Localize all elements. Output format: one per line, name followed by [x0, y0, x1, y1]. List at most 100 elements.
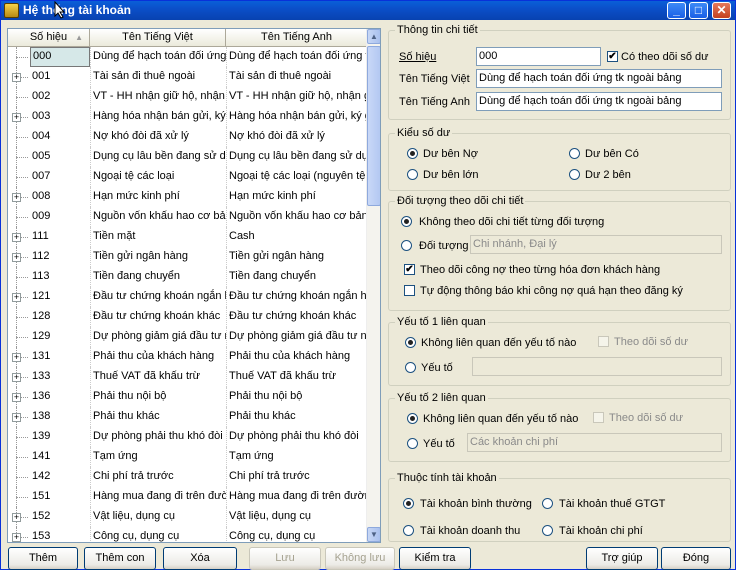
table-row[interactable]: 139 Dự phòng phải thu khó đòi Dự phòng phả… [8, 427, 368, 447]
table-row[interactable]: 151 Hàng mua đang đi trên đườn Hàng mua đa… [8, 487, 368, 507]
scroll-thumb[interactable] [367, 46, 380, 206]
vietnamese-name-cell: Phải thu của khách hàng [90, 347, 226, 367]
delete-button[interactable]: Xóa [163, 547, 237, 570]
tree-connector [8, 327, 30, 347]
table-row[interactable]: 142 Chi phí trả trước Chi phí trả trước [8, 467, 368, 487]
title-bar[interactable]: Hệ thống tài khoản _ □ ✕ [1, 1, 735, 20]
factor2-none-radio[interactable] [407, 413, 418, 424]
expand-plus-icon[interactable]: + [12, 233, 21, 242]
table-row[interactable]: +152 Vật liệu, dụng cụ Vật liệu, dụng cụ [8, 507, 368, 527]
object-tracking-radio[interactable] [401, 240, 412, 251]
credit-balance-radio[interactable] [569, 148, 580, 159]
invoice-tracking-checkbox[interactable]: ✔ [404, 264, 415, 275]
account-code-cell: 131 [32, 350, 51, 362]
close-button[interactable]: ✕ [712, 2, 731, 19]
track-balance-checkbox[interactable]: ✔ [607, 51, 618, 62]
vietnamese-name-cell: Tạm ứng [90, 447, 226, 467]
table-row[interactable]: +112 Tiền gửi ngân hàng Tiền gửi ngân hàng [8, 247, 368, 267]
table-row[interactable]: +111 Tiền mặt Cash [8, 227, 368, 247]
table-row[interactable]: 009 Nguồn vốn khấu hao cơ bản Nguồn vốn kh… [8, 207, 368, 227]
factor2-input[interactable]: Các khoản chi phí [467, 433, 722, 452]
debit-balance-radio[interactable] [407, 148, 418, 159]
expense-account-radio[interactable] [542, 525, 553, 536]
expand-plus-icon[interactable]: + [12, 393, 21, 402]
check-button[interactable]: Kiểm tra [399, 547, 471, 570]
vat-account-label: Tài khoản thuế GTGT [559, 498, 666, 510]
close-dialog-button[interactable]: Đóng [661, 547, 731, 570]
table-row[interactable]: +133 Thuế VAT đã khấu trừ Thuế VAT đã khấu… [8, 367, 368, 387]
table-row[interactable]: 129 Dự phòng giảm giá đầu tư n Dự phòng gi… [8, 327, 368, 347]
table-row[interactable]: 005 Dụng cụ lâu bền đang sử dụ Dụng cụ lâu… [8, 147, 368, 167]
maximize-button[interactable]: □ [689, 2, 708, 19]
vietnamese-name-cell: Phải thu nội bộ [90, 387, 226, 407]
normal-account-label: Tài khoản bình thường [420, 498, 532, 510]
add-button[interactable]: Thêm [8, 547, 78, 570]
table-row[interactable]: 007 Ngoại tệ các loại Ngoại tệ các loại (n… [8, 167, 368, 187]
minimize-button[interactable]: _ [667, 2, 686, 19]
account-code-cell: 133 [32, 370, 51, 382]
english-name-input[interactable]: Dùng để hạch toán đối ứng tk ngoài bảng [476, 92, 722, 111]
both-balance-label: Dư 2 bên [585, 169, 631, 181]
table-row[interactable]: 002 VT - HH nhận giữ hộ, nhận g VT - HH nh… [8, 87, 368, 107]
table-row[interactable]: 113 Tiền đang chuyển Tiền đang chuyển [8, 267, 368, 287]
tree-connector [8, 167, 30, 187]
column-header-code[interactable]: Số hiệu ▲ [8, 29, 90, 47]
factor2-track-checkbox[interactable] [593, 412, 604, 423]
normal-account-radio[interactable] [403, 498, 414, 509]
add-child-button[interactable]: Thêm con [84, 547, 156, 570]
factor1-track-checkbox[interactable] [598, 336, 609, 347]
table-row[interactable]: +153 Công cụ, dụng cụ Công cụ, dụng cụ [8, 527, 368, 542]
no-tracking-radio[interactable] [401, 216, 412, 227]
table-row[interactable]: +121 Đầu tư chứng khoán ngắn h Đầu tư chứn… [8, 287, 368, 307]
table-row[interactable]: 128 Đầu tư chứng khoán khác Đầu tư chứng k… [8, 307, 368, 327]
expand-plus-icon[interactable]: + [12, 73, 21, 82]
english-name-cell: Cash [226, 227, 368, 247]
object-tracking-input[interactable]: Chi nhánh, Đại lý [470, 235, 722, 254]
table-row[interactable]: +131 Phải thu của khách hàng Phải thu của … [8, 347, 368, 367]
expand-plus-icon[interactable]: + [12, 353, 21, 362]
english-name-cell: Nợ khó đòi đã xử lý [226, 127, 368, 147]
table-row[interactable]: 141 Tạm ứng Tạm ứng [8, 447, 368, 467]
vietnamese-name-cell: Dùng để hạch toán đối ứng [90, 47, 226, 67]
expand-plus-icon[interactable]: + [12, 533, 21, 542]
expand-plus-icon[interactable]: + [12, 253, 21, 262]
dont-save-button[interactable]: Không lưu [325, 547, 395, 570]
auto-notify-checkbox[interactable] [404, 285, 415, 296]
account-code-cell: 151 [32, 490, 51, 502]
both-balance-radio[interactable] [569, 169, 580, 180]
vietnamese-name-input[interactable]: Dùng để hạch toán đối ứng tk ngoài bảng [476, 69, 722, 88]
accounts-grid[interactable]: Số hiệu ▲ Tên Tiếng Việt Tên Tiếng Anh 00… [7, 28, 381, 543]
revenue-account-radio[interactable] [403, 525, 414, 536]
factor2-radio[interactable] [407, 438, 418, 449]
table-row[interactable]: 004 Nợ khó đòi đã xử lý Nợ khó đòi đã xử l… [8, 127, 368, 147]
factor1-input[interactable] [472, 357, 722, 376]
table-row[interactable]: +008 Hạn mức kinh phí Hạn mức kinh phí [8, 187, 368, 207]
help-button[interactable]: Trợ giúp [586, 547, 658, 570]
expand-plus-icon[interactable]: + [12, 293, 21, 302]
save-button[interactable]: Lưu [249, 547, 321, 570]
factor1-radio[interactable] [405, 362, 416, 373]
expand-plus-icon[interactable]: + [12, 513, 21, 522]
table-row[interactable]: +138 Phải thu khác Phải thu khác [8, 407, 368, 427]
expand-plus-icon[interactable]: + [12, 373, 21, 382]
larger-balance-radio[interactable] [407, 169, 418, 180]
scroll-down-arrow-icon[interactable]: ▼ [367, 527, 380, 542]
account-code-cell: 007 [32, 170, 51, 182]
expand-plus-icon[interactable]: + [12, 413, 21, 422]
scroll-up-arrow-icon[interactable]: ▲ [367, 29, 380, 44]
tree-connector: + [8, 527, 30, 542]
expand-plus-icon[interactable]: + [12, 193, 21, 202]
code-input[interactable]: 000 [476, 47, 601, 66]
grid-vertical-scrollbar[interactable]: ▲ ▼ [366, 29, 380, 542]
table-row[interactable]: +003 Hàng hóa nhận bán gửi, ký g Hàng hóa … [8, 107, 368, 127]
factor1-none-radio[interactable] [405, 337, 416, 348]
vat-account-radio[interactable] [542, 498, 553, 509]
expand-plus-icon[interactable]: + [12, 113, 21, 122]
table-row[interactable]: +136 Phải thu nội bộ Phải thu nội bộ [8, 387, 368, 407]
table-row[interactable]: +001 Tài sản đi thuê ngoài Tài sản đi thuê… [8, 67, 368, 87]
column-header-english[interactable]: Tên Tiếng Anh [226, 29, 368, 47]
column-header-vietnamese[interactable]: Tên Tiếng Việt [90, 29, 226, 47]
english-name-cell: Dự phòng giảm giá đầu tư n [226, 327, 368, 347]
table-row[interactable]: 000 Dùng để hạch toán đối ứng Dùng để hạch… [8, 47, 368, 67]
account-code-cell: 138 [32, 410, 51, 422]
